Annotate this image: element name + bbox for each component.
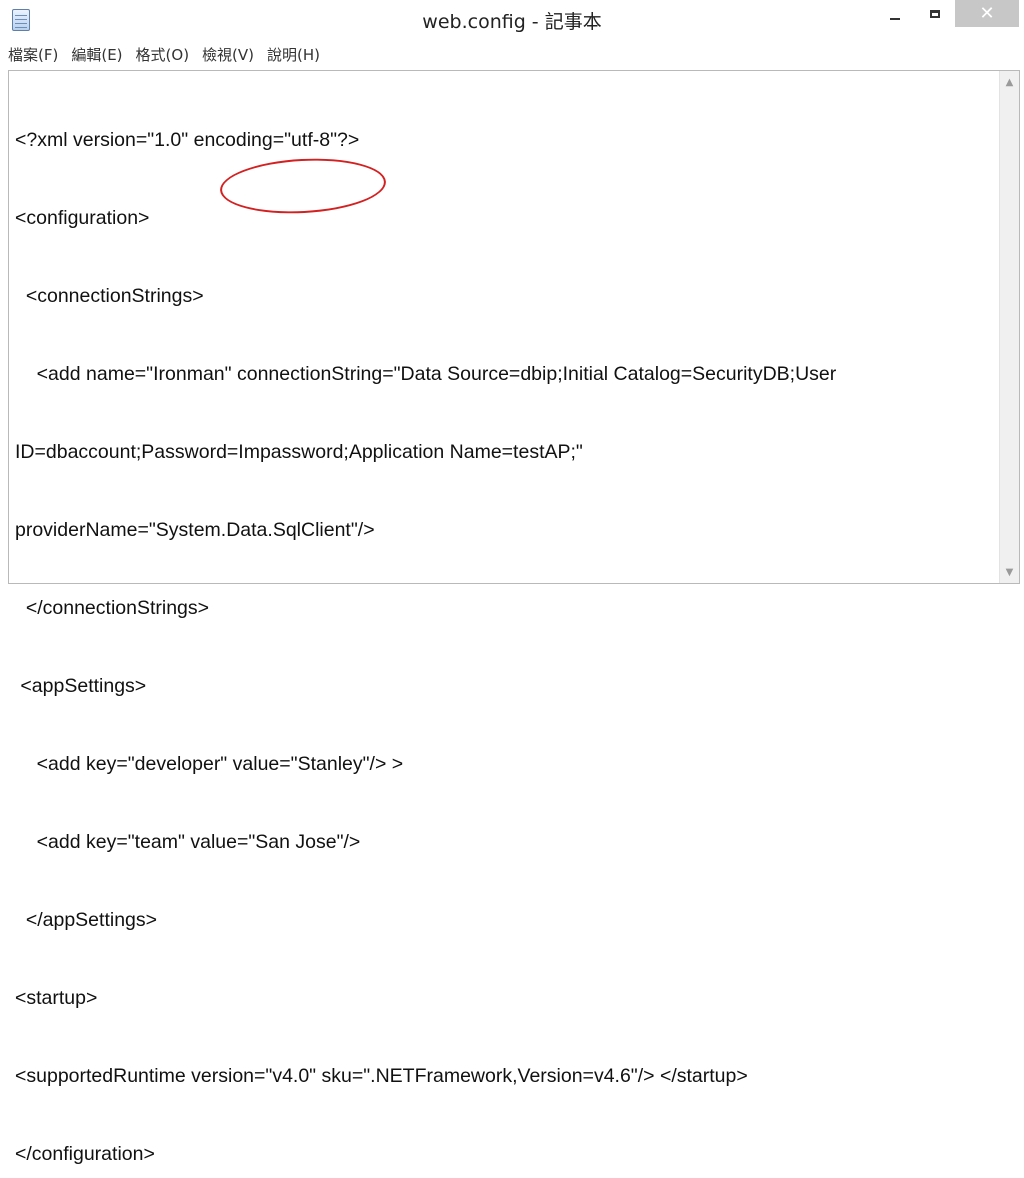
editor-line: <supportedRuntime version="v4.0" sku=".N… bbox=[15, 1065, 748, 1087]
text-editor[interactable]: <?xml version="1.0" encoding="utf-8"?> <… bbox=[8, 70, 1020, 1165]
editor-line: <add key="developer" value="Stanley"/> > bbox=[15, 753, 404, 775]
editor-line: </configuration> bbox=[15, 1143, 155, 1165]
editor-line: providerName="System.Data.SqlClient"/> bbox=[15, 519, 375, 541]
vertical-scrollbar[interactable]: ▲ ▼ bbox=[999, 71, 1019, 583]
scroll-up-icon[interactable]: ▲ bbox=[1000, 73, 1019, 91]
window-title: web.config - 記事本 bbox=[422, 11, 602, 33]
editor-line: <connectionStrings> bbox=[15, 285, 204, 307]
menu-edit[interactable]: 編輯(E) bbox=[71, 44, 122, 65]
editor-text[interactable]: <?xml version="1.0" encoding="utf-8"?> <… bbox=[15, 75, 995, 1178]
menu-format[interactable]: 格式(O) bbox=[136, 44, 190, 65]
minimize-button[interactable] bbox=[875, 0, 915, 28]
menu-help[interactable]: 說明(H) bbox=[267, 44, 320, 65]
editor-line: <configuration> bbox=[15, 207, 150, 229]
editor-line: </appSettings> bbox=[15, 909, 158, 931]
maximize-button[interactable] bbox=[915, 0, 955, 28]
menu-bar: 檔案(F) 編輯(E) 格式(O) 檢視(V) 說明(H) bbox=[0, 40, 1024, 68]
close-icon: ✕ bbox=[979, 3, 995, 24]
title-bar[interactable]: web.config - 記事本 ✕ bbox=[0, 0, 1024, 40]
editor-line: <startup> bbox=[15, 987, 98, 1009]
editor-line: <?xml version="1.0" encoding="utf-8"?> bbox=[15, 129, 360, 151]
minimize-icon bbox=[890, 18, 900, 20]
maximize-icon bbox=[930, 10, 940, 18]
menu-file[interactable]: 檔案(F) bbox=[8, 44, 58, 65]
menu-view[interactable]: 檢視(V) bbox=[202, 44, 254, 65]
editor-line: </connectionStrings> bbox=[15, 597, 210, 619]
editor-line: ID=dbaccount;Password=Impassword;Applica… bbox=[15, 441, 583, 463]
editor-line: <appSettings> bbox=[15, 675, 147, 697]
editor-line: <add name="Ironman" connectionString="Da… bbox=[15, 363, 837, 385]
editor-line: <add key="team" value="San Jose"/> bbox=[15, 831, 361, 853]
close-button[interactable]: ✕ bbox=[955, 0, 1019, 27]
scroll-down-icon[interactable]: ▼ bbox=[1000, 563, 1019, 581]
